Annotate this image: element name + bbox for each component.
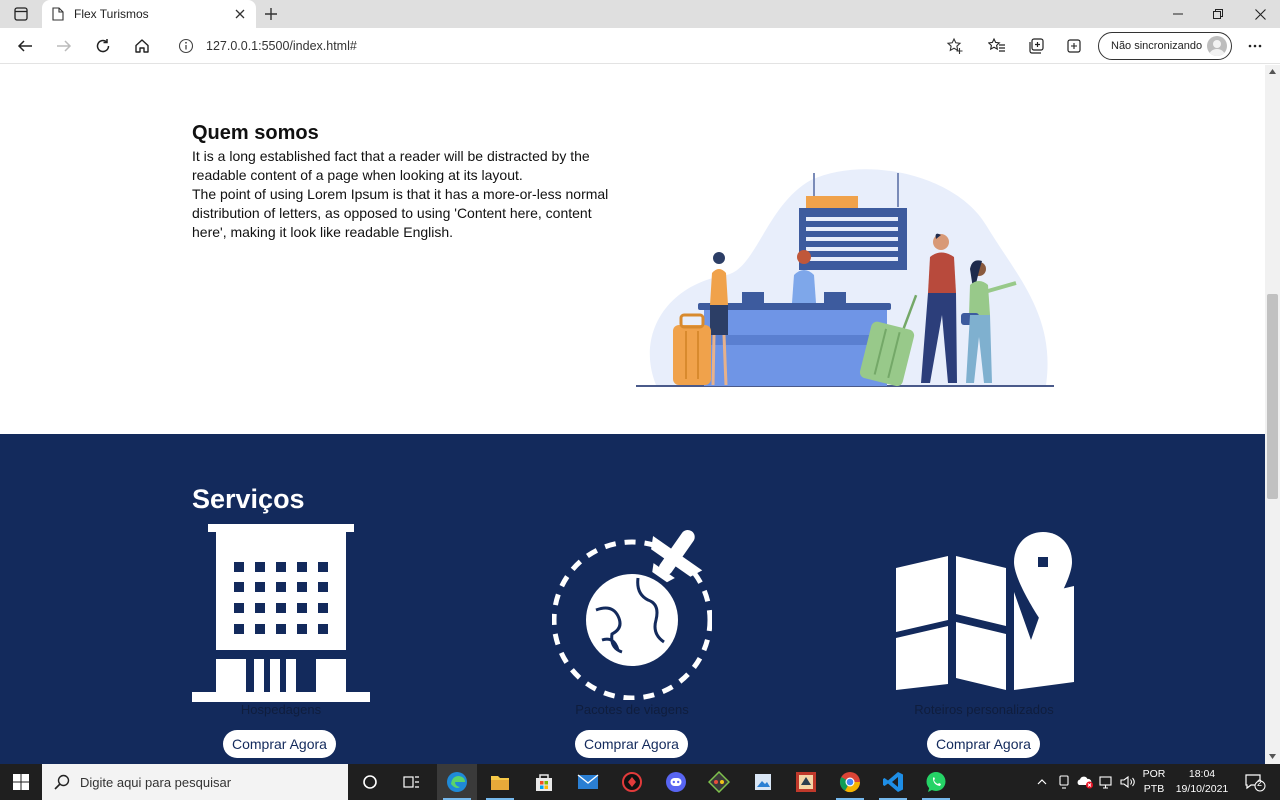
close-tab-icon[interactable] [232, 6, 248, 22]
service-label: Roteiros personalizados [914, 702, 1054, 717]
avatar [1207, 36, 1227, 56]
buy-now-button-pacotes[interactable]: Comprar Agora [575, 730, 688, 758]
buy-now-button-hospedagens[interactable]: Comprar Agora [223, 730, 336, 758]
volume-icon[interactable] [1118, 764, 1138, 800]
notification-count: 2 [1257, 778, 1263, 788]
task-view-icon[interactable] [392, 764, 432, 800]
system-clock[interactable]: 18:04 19/10/2021 [1172, 767, 1232, 797]
profile-label: Não sincronizando [1111, 40, 1203, 52]
globe-airplane-icon [552, 530, 712, 700]
clock-time: 18:04 [1188, 768, 1216, 780]
close-window-button[interactable] [1240, 0, 1280, 28]
about-paragraph-2: The point of using Lorem Ipsum is that i… [192, 186, 609, 240]
taskbar-search-box[interactable]: Digite aqui para pesquisar [42, 764, 348, 800]
new-tab-button[interactable] [260, 4, 282, 24]
about-text: It is a long established fact that a rea… [192, 147, 622, 242]
network-icon[interactable] [1096, 764, 1118, 800]
minimize-button[interactable] [1158, 0, 1198, 28]
git-app-icon[interactable] [699, 764, 739, 800]
scroll-up-arrow-icon[interactable] [1268, 67, 1277, 76]
language-code: POR [1142, 768, 1166, 780]
scrollbar-thumb[interactable] [1267, 294, 1278, 499]
screenshot-icon[interactable] [1061, 34, 1087, 58]
file-explorer-icon[interactable] [480, 764, 520, 800]
services-title: Serviços [192, 484, 305, 514]
keyboard-layout: PTB [1143, 783, 1165, 795]
store-icon[interactable] [524, 764, 564, 800]
browser-tab-bar: Flex Turismos [0, 0, 1280, 28]
page-scrollbar[interactable] [1265, 65, 1280, 764]
mail-icon[interactable] [568, 764, 608, 800]
address-bar[interactable]: 127.0.0.1:5500/index.html# [166, 32, 972, 60]
airport-checkin-illustration [636, 169, 1054, 387]
restore-button[interactable] [1198, 0, 1238, 28]
about-paragraph-1: It is a long established fact that a rea… [192, 148, 590, 183]
show-hidden-icons-chevron-icon[interactable] [1032, 764, 1052, 800]
input-language-indicator[interactable]: POR PTB [1140, 767, 1168, 797]
whatsapp-icon[interactable] [916, 764, 956, 800]
hotel-building-icon [192, 524, 370, 702]
url-text: 127.0.0.1:5500/index.html# [206, 39, 357, 53]
browser-toolbar: 127.0.0.1:5500/index.html# Não sincroniz… [0, 28, 1280, 64]
services-section: Serviços Hospedagens Comprar Agora Pacot… [0, 434, 1265, 764]
photos-viewer-icon[interactable] [743, 764, 783, 800]
service-label: Hospedagens [240, 702, 322, 717]
favorites-icon[interactable] [984, 34, 1010, 58]
buy-now-button-roteiros[interactable]: Comprar Agora [927, 730, 1040, 758]
windows-logo-icon [13, 774, 29, 790]
chrome-icon[interactable] [830, 764, 870, 800]
about-title: Quem somos [192, 122, 319, 144]
service-label: Pacotes de viagens [575, 702, 689, 717]
back-arrow-icon[interactable] [12, 34, 38, 58]
clock-date: 19/10/2021 [1175, 783, 1229, 795]
forward-arrow-icon[interactable] [51, 34, 77, 58]
start-button[interactable] [0, 764, 42, 800]
tab-title: Flex Turismos [74, 7, 149, 21]
map-pin-icon [896, 532, 1074, 690]
about-section: Quem somos It is a long established fact… [0, 65, 1265, 434]
collections-icon[interactable] [1023, 34, 1049, 58]
site-info-icon[interactable] [178, 38, 194, 54]
discord-icon[interactable] [656, 764, 696, 800]
refresh-icon[interactable] [90, 34, 116, 58]
search-icon [54, 774, 70, 790]
security-tray-icon[interactable] [1054, 764, 1074, 800]
more-options-icon[interactable] [1242, 34, 1268, 58]
scroll-down-arrow-icon[interactable] [1268, 752, 1277, 761]
home-icon[interactable] [129, 34, 155, 58]
windows-taskbar: Digite aqui para pesquisar POR PTB 18:04… [0, 764, 1280, 800]
add-favorite-icon[interactable] [946, 37, 964, 55]
cortana-icon[interactable] [350, 764, 390, 800]
vscode-icon[interactable] [873, 764, 913, 800]
browser-tab[interactable]: Flex Turismos [42, 0, 256, 28]
page-icon [52, 7, 64, 21]
onedrive-error-icon[interactable] [1074, 764, 1096, 800]
profile-button[interactable]: Não sincronizando [1098, 32, 1232, 60]
tab-actions-icon[interactable] [8, 4, 34, 24]
game-launcher-icon[interactable] [786, 764, 826, 800]
page-viewport: Quem somos It is a long established fact… [0, 65, 1265, 764]
game-app-icon[interactable] [612, 764, 652, 800]
search-placeholder: Digite aqui para pesquisar [80, 774, 232, 790]
notification-center-icon[interactable]: 2 [1238, 764, 1272, 800]
edge-app-icon[interactable] [437, 764, 477, 800]
